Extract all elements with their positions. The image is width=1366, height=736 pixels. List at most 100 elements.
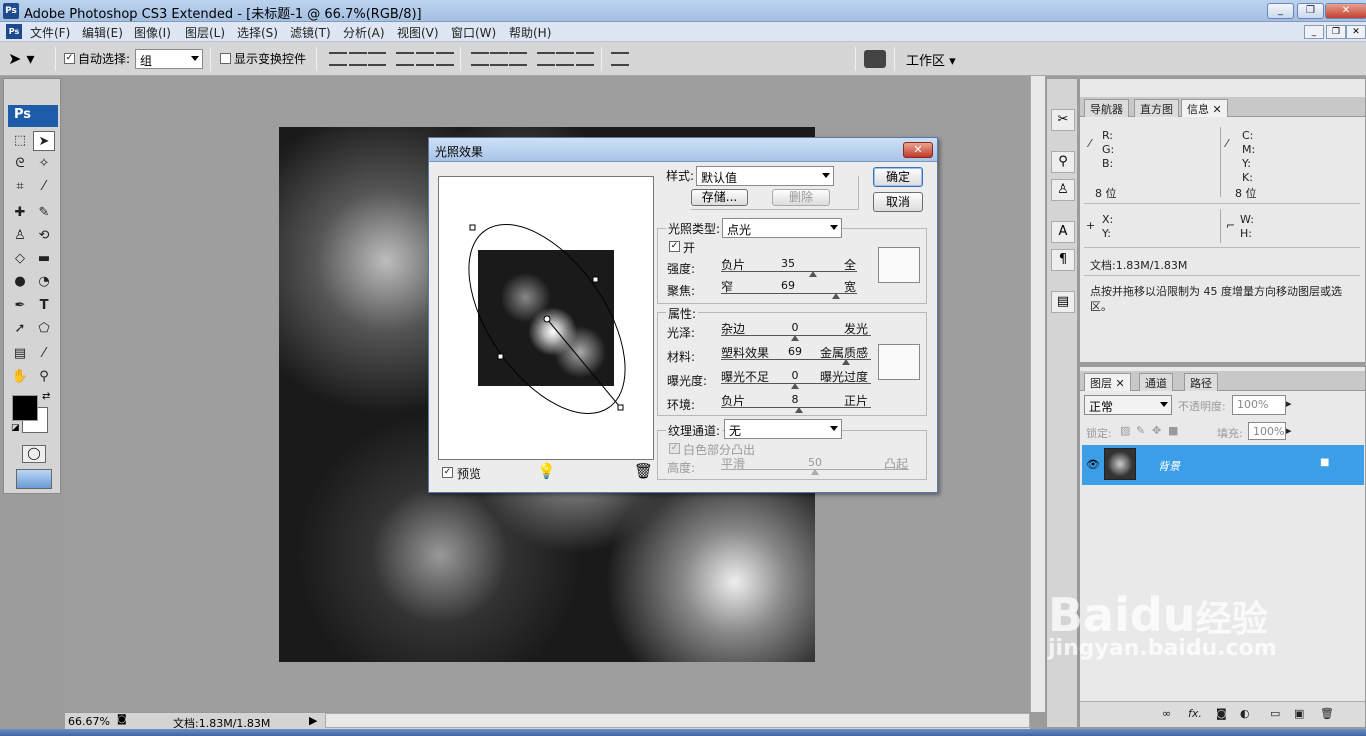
- doc-minimize-button[interactable]: _: [1304, 25, 1324, 39]
- layer-row-background[interactable]: 👁 背景 ■: [1082, 445, 1364, 485]
- tab-channels[interactable]: 通道: [1139, 373, 1173, 391]
- fill-input[interactable]: 100%: [1248, 422, 1286, 440]
- focus-slider-handle[interactable]: [832, 293, 840, 299]
- slice-tool-icon[interactable]: ⁄: [33, 177, 55, 197]
- light-type-dropdown[interactable]: 点光: [722, 218, 842, 238]
- lock-transparent-icon[interactable]: ▨: [1120, 424, 1130, 437]
- brushes-icon[interactable]: ⚲: [1051, 151, 1075, 173]
- character-icon[interactable]: A: [1051, 221, 1075, 243]
- tab-paths[interactable]: 路径: [1184, 373, 1218, 391]
- align-vcenter-icon[interactable]: [349, 52, 367, 66]
- show-transform-checkbox[interactable]: [220, 53, 231, 64]
- opacity-input[interactable]: 100%: [1232, 395, 1286, 415]
- trash-icon[interactable]: 🗑: [1320, 707, 1334, 720]
- trash-icon[interactable]: 🗑: [634, 462, 653, 480]
- hand-tool-icon[interactable]: ✋: [9, 367, 31, 387]
- lock-position-icon[interactable]: ✥: [1152, 424, 1161, 437]
- menu-help[interactable]: 帮助(H): [509, 24, 551, 41]
- eyedropper-tool-icon[interactable]: ⁄: [33, 344, 55, 364]
- restore-button[interactable]: ❐: [1297, 3, 1324, 19]
- material-value[interactable]: 69: [780, 345, 810, 358]
- light-ellipse[interactable]: [439, 177, 655, 461]
- distribute-vcenter-icon[interactable]: [490, 52, 508, 66]
- gloss-slider-handle[interactable]: [791, 335, 799, 341]
- fill-arrow-icon[interactable]: ▸: [1286, 424, 1292, 437]
- doc-restore-button[interactable]: ❐: [1326, 25, 1346, 39]
- preview-area[interactable]: [438, 176, 654, 460]
- layer-comps-icon[interactable]: ▤: [1051, 291, 1075, 313]
- intensity-slider-handle[interactable]: [809, 271, 817, 277]
- status-icon[interactable]: ◙: [117, 714, 127, 725]
- tab-histogram[interactable]: 直方图: [1134, 99, 1179, 117]
- crop-tool-icon[interactable]: ⌗: [9, 177, 31, 197]
- healing-brush-tool-icon[interactable]: ✚: [9, 203, 31, 223]
- menu-select[interactable]: 选择(S): [237, 24, 278, 41]
- move-tool-icon[interactable]: ➤: [33, 131, 55, 151]
- gloss-value[interactable]: 0: [780, 321, 810, 334]
- menu-view[interactable]: 视图(V): [397, 24, 439, 41]
- height-slider-handle[interactable]: [811, 469, 819, 475]
- type-tool-icon[interactable]: T: [33, 296, 55, 316]
- adjustment-layer-icon[interactable]: ◐: [1240, 707, 1250, 720]
- auto-align-icon[interactable]: [611, 52, 629, 66]
- align-hcenter-icon[interactable]: [416, 52, 434, 66]
- ambience-slider-handle[interactable]: [795, 407, 803, 413]
- material-slider-handle[interactable]: [842, 359, 850, 365]
- layer-mask-icon[interactable]: ◙: [1216, 707, 1227, 720]
- blend-mode-dropdown[interactable]: 正常: [1084, 395, 1172, 415]
- menu-filter[interactable]: 滤镜(T): [290, 24, 331, 41]
- light-bulb-icon[interactable]: 💡: [537, 462, 556, 480]
- light-color-swatch[interactable]: [878, 247, 920, 283]
- workspace-button[interactable]: 工作区 ▾: [906, 50, 956, 69]
- foreground-color-swatch[interactable]: [12, 395, 38, 421]
- vertical-scrollbar[interactable]: [1030, 76, 1045, 712]
- new-group-icon[interactable]: ▭: [1270, 707, 1280, 720]
- marquee-tool-icon[interactable]: ⬚: [9, 131, 31, 151]
- cancel-button[interactable]: 取消: [873, 192, 923, 212]
- intensity-value[interactable]: 35: [773, 257, 803, 270]
- new-layer-icon[interactable]: ▣: [1294, 707, 1304, 720]
- swap-colors-icon[interactable]: ⇄: [42, 391, 50, 402]
- distribute-top-icon[interactable]: [471, 52, 489, 66]
- status-menu-arrow-icon[interactable]: ▶: [309, 714, 317, 727]
- auto-select-checkbox[interactable]: ✓: [64, 53, 75, 64]
- ambience-value[interactable]: 8: [780, 393, 810, 406]
- brush-tool-icon[interactable]: ✎: [33, 203, 55, 223]
- align-right-icon[interactable]: [436, 52, 454, 66]
- intensity-slider-track[interactable]: [721, 271, 857, 272]
- delete-style-button[interactable]: 删除: [772, 189, 830, 206]
- move-tool-preset-icon[interactable]: ➤ ▾: [8, 48, 48, 70]
- gradient-tool-icon[interactable]: ▬: [33, 249, 55, 269]
- dodge-tool-icon[interactable]: ◔: [33, 272, 55, 292]
- default-colors-icon[interactable]: ◪: [11, 423, 20, 433]
- eraser-tool-icon[interactable]: ◇: [9, 249, 31, 269]
- align-left-icon[interactable]: [396, 52, 414, 66]
- texture-dropdown[interactable]: 无: [724, 419, 842, 439]
- distribute-right-icon[interactable]: [576, 52, 594, 66]
- custom-shape-tool-icon[interactable]: ⬠: [33, 319, 55, 339]
- bridge-icon[interactable]: [864, 50, 886, 68]
- height-value[interactable]: 50: [800, 456, 830, 469]
- clone-source-icon[interactable]: ♙: [1051, 179, 1075, 201]
- document-icon[interactable]: Ps: [6, 24, 22, 39]
- tab-layers[interactable]: 图层 ✕: [1084, 373, 1131, 391]
- doc-close-button[interactable]: ✕: [1346, 25, 1366, 39]
- lasso-tool-icon[interactable]: ᘓ: [9, 154, 31, 174]
- menu-image[interactable]: 图像(I): [134, 24, 171, 41]
- close-button[interactable]: ✕: [1325, 3, 1366, 19]
- menu-file[interactable]: 文件(F): [30, 24, 70, 41]
- dialog-close-button[interactable]: ✕: [903, 142, 933, 158]
- blur-tool-icon[interactable]: ●: [9, 272, 31, 292]
- clone-stamp-tool-icon[interactable]: ♙: [9, 226, 31, 246]
- minimize-button[interactable]: _: [1267, 3, 1294, 19]
- lock-all-icon[interactable]: ■: [1168, 424, 1178, 437]
- tool-presets-icon[interactable]: ✂: [1051, 109, 1075, 131]
- menu-edit[interactable]: 编辑(E): [82, 24, 123, 41]
- align-top-icon[interactable]: [329, 52, 347, 66]
- opacity-arrow-icon[interactable]: ▸: [1286, 397, 1292, 410]
- exposure-slider-handle[interactable]: [791, 383, 799, 389]
- history-brush-tool-icon[interactable]: ⟲: [33, 226, 55, 246]
- menu-layer[interactable]: 图层(L): [185, 24, 225, 41]
- tab-navigator[interactable]: 导航器: [1084, 99, 1129, 117]
- exposure-value[interactable]: 0: [780, 369, 810, 382]
